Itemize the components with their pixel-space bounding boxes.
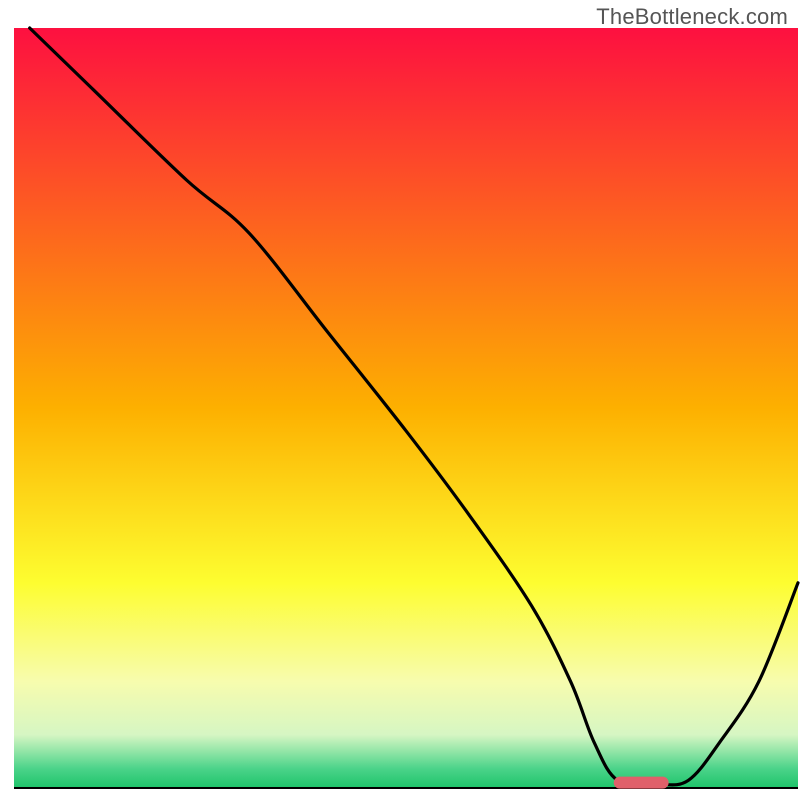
watermark-text: TheBottleneck.com <box>596 4 788 30</box>
chart-container: TheBottleneck.com <box>0 0 800 800</box>
optimal-marker <box>614 777 669 789</box>
plot-background <box>14 28 798 788</box>
bottleneck-chart <box>0 0 800 800</box>
